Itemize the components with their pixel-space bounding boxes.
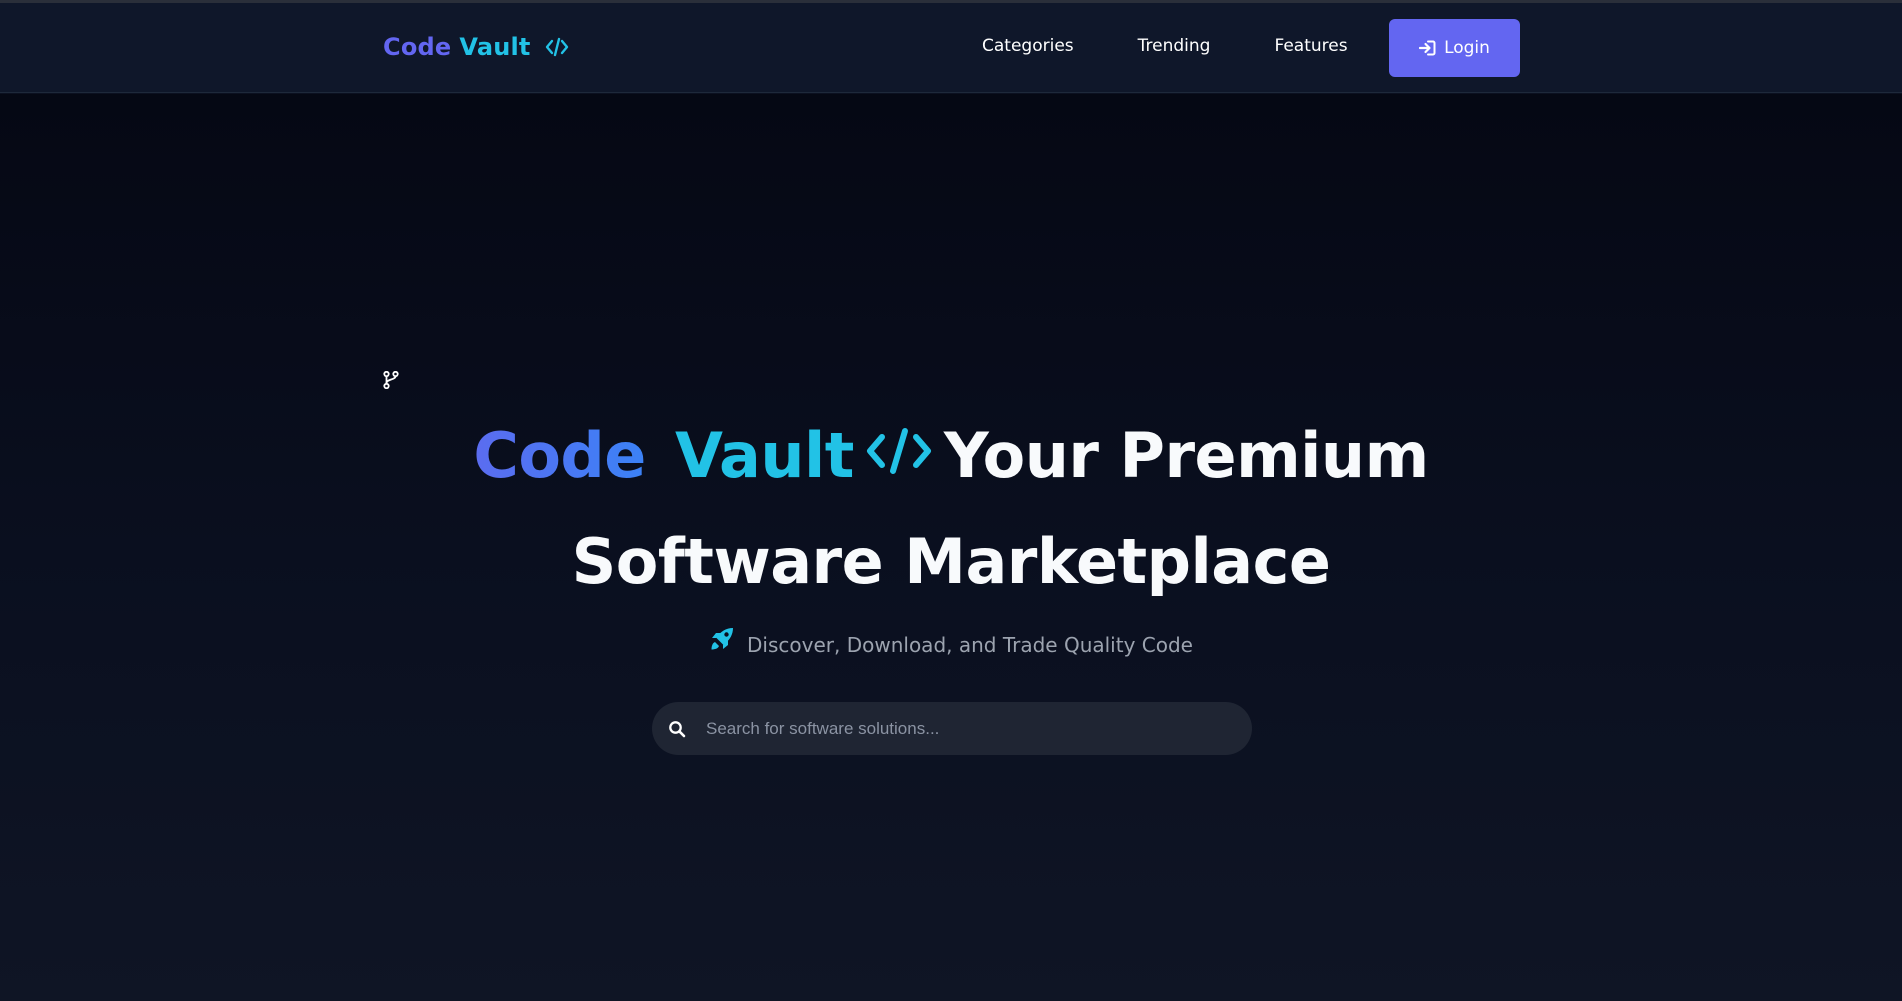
brand-word-code: Code	[383, 33, 452, 61]
nav-link-features[interactable]: Features	[1274, 36, 1347, 56]
hero-subtitle-text: Discover, Download, and Trade Quality Co…	[747, 633, 1193, 657]
nav-link-categories[interactable]: Categories	[982, 36, 1074, 56]
code-icon	[545, 37, 569, 57]
brand-logo[interactable]: Code Vault	[383, 33, 569, 61]
hero-subtitle: Discover, Download, and Trade Quality Co…	[0, 628, 1902, 658]
hero-title-line2: Software Marketplace	[571, 524, 1331, 598]
hero-title: Code Vault Your Premium Software Marketp…	[0, 405, 1902, 613]
navbar: Code Vault Categories Trending Features …	[0, 3, 1902, 93]
search-icon	[668, 720, 686, 738]
hero-title-code: Code	[473, 419, 646, 492]
brand-word-vault: Vault	[459, 33, 531, 61]
search-input[interactable]	[704, 717, 1188, 740]
code-branch-icon	[383, 371, 399, 389]
login-button[interactable]: Login	[1389, 19, 1520, 77]
login-label: Login	[1444, 38, 1490, 58]
nav-links: Categories Trending Features	[982, 36, 1348, 56]
hero-code-icon	[864, 405, 934, 507]
hero-title-line1-rest: Your Premium	[943, 419, 1429, 492]
hero-title-vault: Vault	[674, 419, 854, 492]
sign-in-icon	[1419, 40, 1436, 56]
nav-link-trending[interactable]: Trending	[1138, 36, 1211, 56]
rocket-icon	[709, 626, 735, 652]
search-bar[interactable]	[652, 702, 1252, 755]
